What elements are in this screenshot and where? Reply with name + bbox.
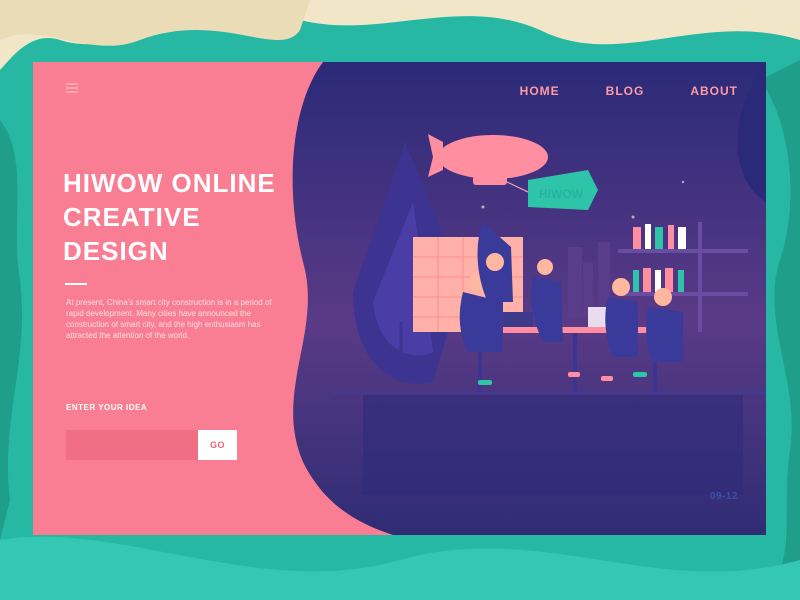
nav-about[interactable]: ABOUT [690, 84, 738, 98]
banner-text: HIWOW [539, 187, 584, 201]
idea-label: ENTER YOUR IDEA [66, 403, 148, 412]
idea-input[interactable] [66, 430, 198, 460]
nav-home[interactable]: HOME [520, 84, 560, 98]
nav-blog[interactable]: BLOG [606, 84, 645, 98]
hero-title: HIWOW ONLINE CREATIVE DESIGN [63, 168, 276, 266]
hamburger-icon[interactable] [66, 83, 78, 93]
top-nav: HOME BLOG ABOUT [474, 84, 738, 98]
landing-card: HIWOW HOME BLOG ABOUT HIWOW ONLINE CREAT… [33, 62, 766, 535]
date-label: 09-12 [709, 491, 738, 502]
hero-description: At present, China's smart city construct… [66, 298, 272, 340]
go-button[interactable]: GO [198, 430, 237, 460]
title-divider [65, 283, 87, 285]
